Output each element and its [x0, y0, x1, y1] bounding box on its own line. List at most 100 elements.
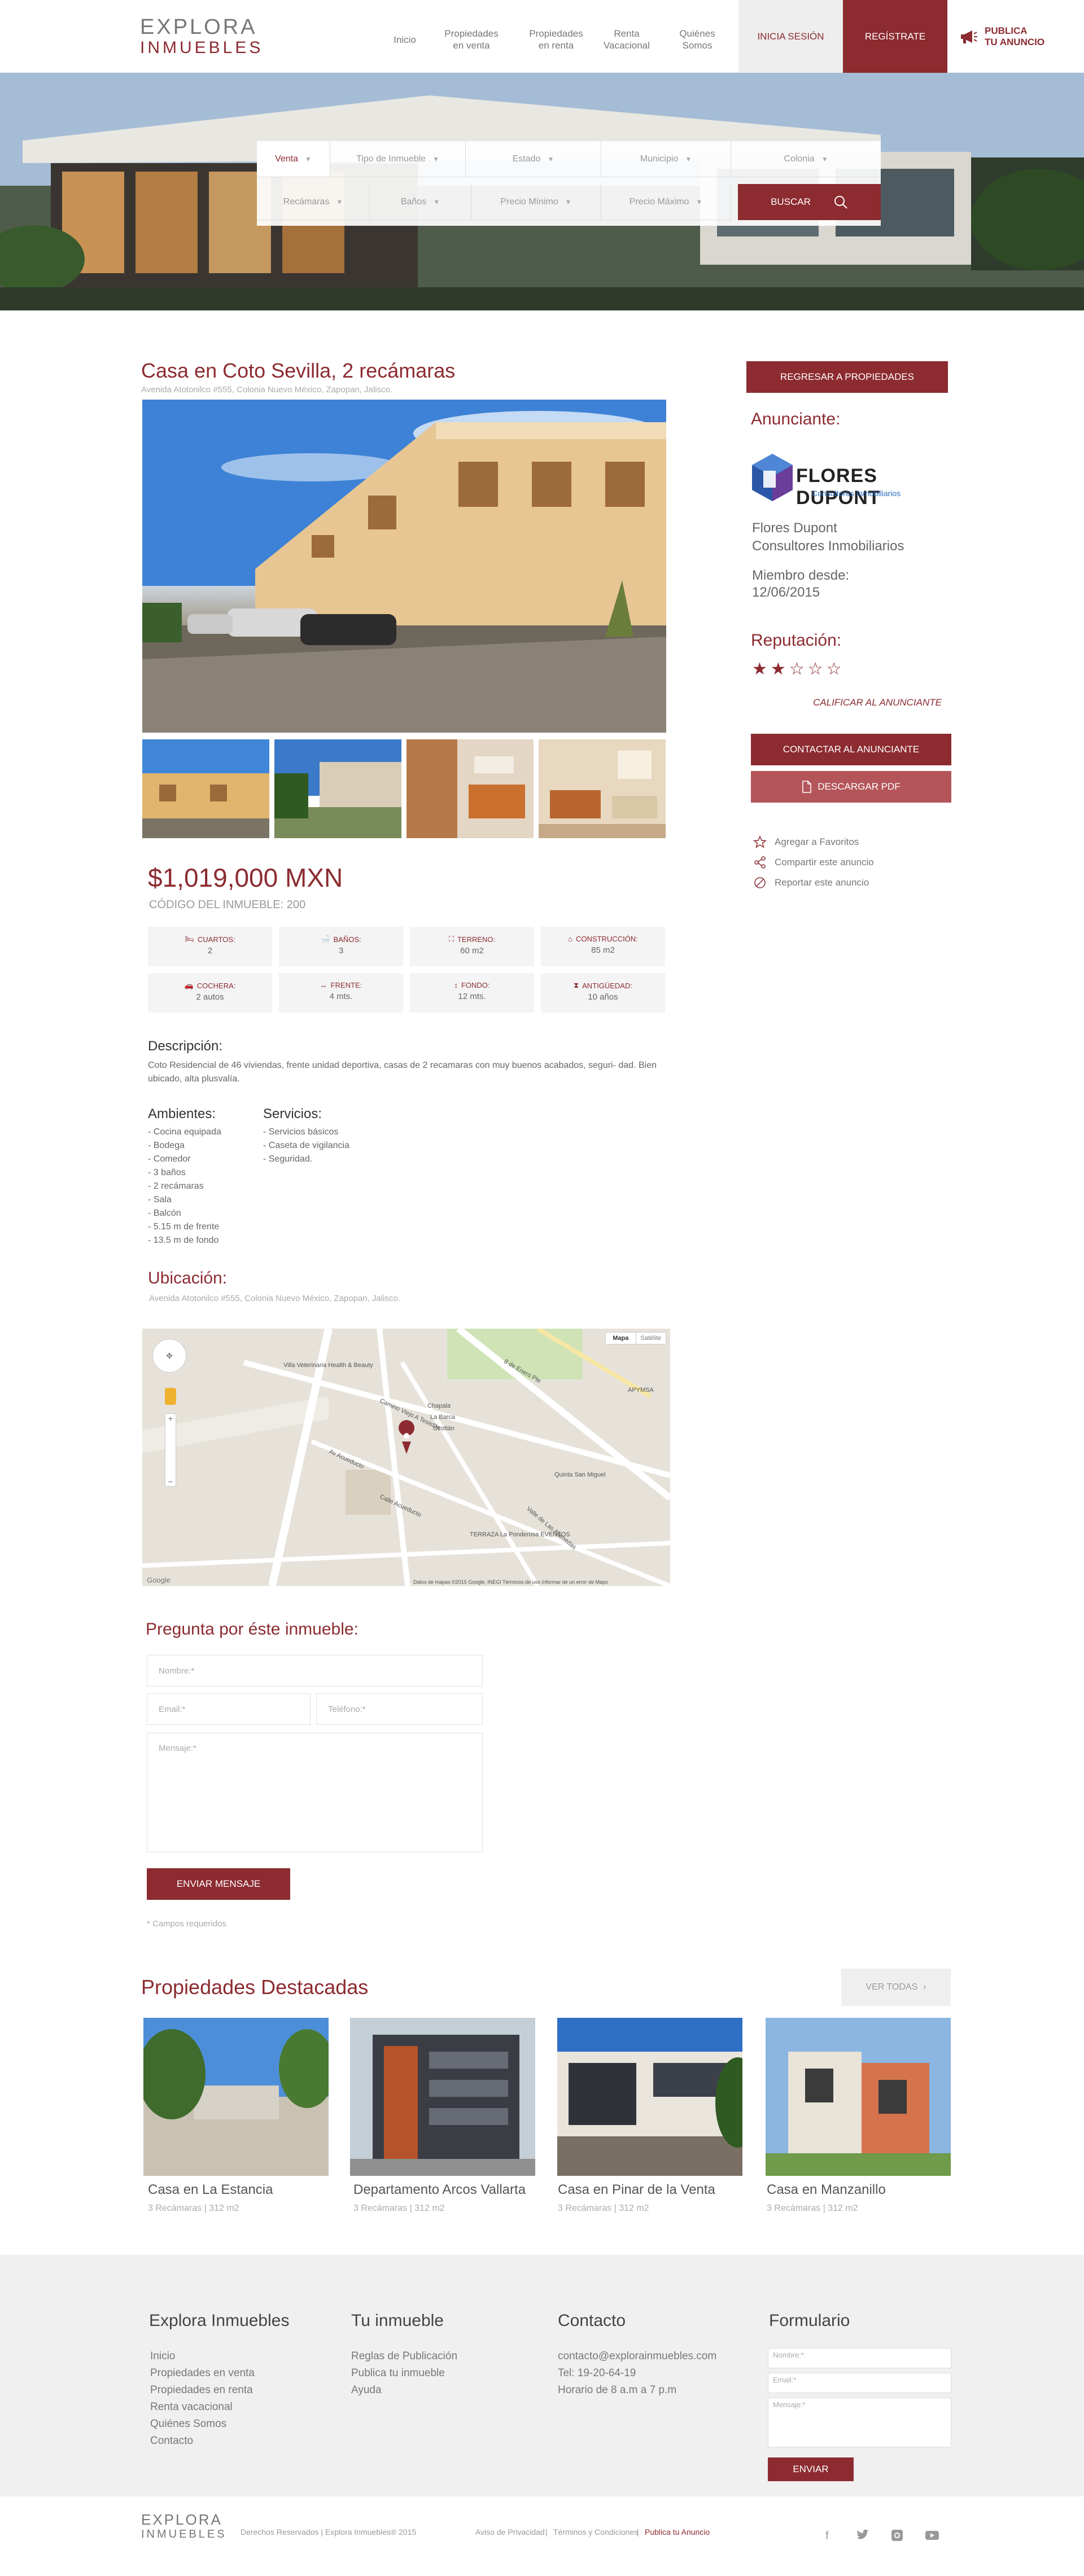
street-view-icon[interactable]: [165, 1388, 176, 1405]
min-price-select[interactable]: Precio Mínimo ▼: [471, 184, 601, 220]
footer-message-field[interactable]: Mensaje:*: [768, 2398, 951, 2447]
publish-ad-link[interactable]: PUBLICA TU ANUNCIO: [960, 23, 1073, 51]
map-zoom-control[interactable]: + −: [165, 1413, 176, 1487]
footer-link[interactable]: Quiénes Somos: [150, 2416, 255, 2433]
footer-logo[interactable]: EXPLORA INMUEBLES: [141, 2512, 227, 2541]
card-photo: [143, 2018, 329, 2176]
star-filled-icon: ★: [770, 660, 789, 678]
featured-card-image[interactable]: [143, 2018, 329, 2176]
view-all-button[interactable]: VER TODAS ›: [841, 1969, 951, 2006]
list-item: - Servicios básicos: [263, 1127, 339, 1137]
featured-card-title[interactable]: Casa en Manzanillo: [767, 2182, 886, 2198]
featured-card-subtitle: 3 Recámaras | 312 m2: [353, 2203, 445, 2213]
property-thumbnail[interactable]: [274, 739, 401, 838]
footer-link[interactable]: Ayuda: [351, 2382, 457, 2399]
footer-link[interactable]: Publica tu inmueble: [351, 2365, 457, 2382]
footer-hours: Horario de 8 a.m a 7 p.m: [558, 2384, 677, 2396]
list-item: - 5.15 m de frente: [148, 1222, 220, 1232]
publish-ad-footer-link[interactable]: Publica tu Anuncio: [645, 2527, 710, 2536]
municipality-select[interactable]: Municipio ▼: [601, 141, 731, 177]
featured-card-title[interactable]: Departamento Arcos Vallarta: [353, 2182, 526, 2198]
instagram-icon[interactable]: [888, 2526, 907, 2545]
footer-link[interactable]: Renta vacacional: [150, 2399, 255, 2416]
register-button[interactable]: REGÍSTRATE: [843, 0, 947, 73]
twitter-icon[interactable]: [854, 2526, 873, 2545]
description-title: Descripción:: [148, 1039, 223, 1054]
facebook-icon[interactable]: f: [819, 2526, 838, 2545]
property-main-photo[interactable]: [142, 400, 666, 733]
featured-card-title[interactable]: Casa en Pinar de la Venta: [558, 2182, 715, 2198]
nav-propiedades-venta[interactable]: Propiedades en venta: [438, 23, 505, 56]
footer-logo-top: EXPLORA: [141, 2511, 222, 2528]
footer-email[interactable]: contacto@explorainmuebles.com: [558, 2348, 716, 2365]
login-button[interactable]: INICIA SESIÓN: [738, 0, 843, 73]
download-pdf-button[interactable]: DESCARGAR PDF: [751, 771, 951, 803]
rating-stars: ★★☆☆☆: [752, 659, 845, 679]
logo-bottom-text: INMUEBLES: [140, 38, 264, 57]
privacy-link[interactable]: Aviso de Privacidad: [475, 2527, 545, 2536]
featured-card-image[interactable]: [350, 2018, 535, 2176]
zoom-in-icon[interactable]: +: [168, 1414, 173, 1423]
rate-advertiser-link[interactable]: CALIFICAR AL ANUNCIANTE: [813, 697, 942, 708]
chevron-down-icon: ▼: [432, 155, 439, 163]
featured-card-image[interactable]: [766, 2018, 951, 2176]
add-favorite-link[interactable]: Agregar a Favoritos: [753, 835, 859, 849]
chevron-down-icon: ▼: [696, 198, 703, 206]
property-thumbnail[interactable]: [406, 739, 534, 838]
name-field[interactable]: Nombre:*: [147, 1655, 483, 1686]
share-ad-label: Compartir este anuncio: [775, 857, 874, 868]
nav-renta-vacacional[interactable]: Renta Vacacional: [598, 23, 655, 56]
property-thumbnail[interactable]: [539, 739, 666, 838]
featured-card-image[interactable]: [557, 2018, 742, 2176]
bed-icon: 🛏: [185, 935, 194, 943]
nav-propiedades-renta[interactable]: Propiedades en renta: [522, 23, 590, 56]
footer-name-field[interactable]: Nombre:*: [768, 2348, 951, 2368]
bedrooms-select[interactable]: Recámaras ▼: [257, 184, 370, 220]
bathrooms-select[interactable]: Baños ▼: [370, 184, 471, 220]
reputation-title: Reputación:: [751, 631, 842, 650]
location-map[interactable]: Villa Veterinaria Health & Beauty Camino…: [142, 1329, 670, 1586]
nav-inicio[interactable]: Inicio: [385, 23, 425, 56]
footer-link[interactable]: Inicio: [150, 2348, 255, 2365]
phone-field[interactable]: Teléfono:*: [316, 1693, 483, 1725]
footer-link[interactable]: Propiedades en renta: [150, 2382, 255, 2399]
thumb-image: [142, 739, 269, 838]
card-photo: [557, 2018, 742, 2176]
featured-card-title[interactable]: Casa en La Estancia: [148, 2182, 273, 2198]
send-message-button[interactable]: ENVIAR MENSAJE: [147, 1868, 290, 1900]
share-ad-link[interactable]: Compartir este anuncio: [753, 856, 874, 869]
message-field[interactable]: Mensaje:*: [147, 1733, 483, 1852]
max-price-select[interactable]: Precio Máximo ▼: [601, 184, 731, 220]
map-type-map[interactable]: Mapa: [606, 1333, 636, 1344]
hourglass-icon: ⧗: [574, 981, 579, 989]
zoom-out-icon[interactable]: −: [168, 1477, 173, 1486]
nav-quienes-somos[interactable]: Quiénes Somos: [669, 23, 725, 56]
neighborhood-select[interactable]: Colonia ▼: [731, 141, 881, 177]
contact-advertiser-button[interactable]: CONTACTAR AL ANUNCIANTE: [751, 734, 951, 765]
list-item: - Balcón: [148, 1208, 181, 1218]
map-type-control[interactable]: Mapa Satélite: [605, 1332, 666, 1344]
footer-send-button[interactable]: ENVIAR: [768, 2457, 854, 2481]
property-type-select[interactable]: Tipo de Inmueble ▼: [330, 141, 466, 177]
footer-link[interactable]: Reglas de Publicación: [351, 2348, 457, 2365]
footer-link[interactable]: Propiedades en venta: [150, 2365, 255, 2382]
search-button[interactable]: BUSCAR: [738, 184, 881, 220]
footer-link[interactable]: Contacto: [150, 2433, 255, 2450]
advertiser-logo[interactable]: FLORES DUPONT Consultores Inmobiliarios: [750, 452, 936, 509]
view-all-label: VER TODAS: [866, 1982, 918, 1992]
chevron-down-icon: ▼: [685, 155, 692, 163]
property-thumbnail[interactable]: [142, 739, 269, 838]
email-field[interactable]: Email:*: [147, 1693, 311, 1725]
star-empty-icon: ☆: [826, 660, 845, 678]
search-button-label: BUSCAR: [771, 196, 811, 207]
map-type-satellite[interactable]: Satélite: [635, 1333, 666, 1344]
operation-select[interactable]: Venta ▼: [257, 141, 330, 177]
back-to-properties-button[interactable]: REGRESAR A PROPIEDADES: [746, 361, 948, 393]
site-logo[interactable]: EXPLORA INMUEBLES: [140, 16, 264, 61]
youtube-icon[interactable]: [923, 2526, 942, 2545]
report-ad-link[interactable]: Reportar este anuncio: [753, 876, 869, 890]
map-pan-control[interactable]: ✥: [152, 1339, 186, 1373]
footer-email-field[interactable]: Email:*: [768, 2373, 951, 2393]
terms-link[interactable]: Términos y Condiciones: [553, 2527, 638, 2536]
state-select[interactable]: Estado ▼: [466, 141, 601, 177]
